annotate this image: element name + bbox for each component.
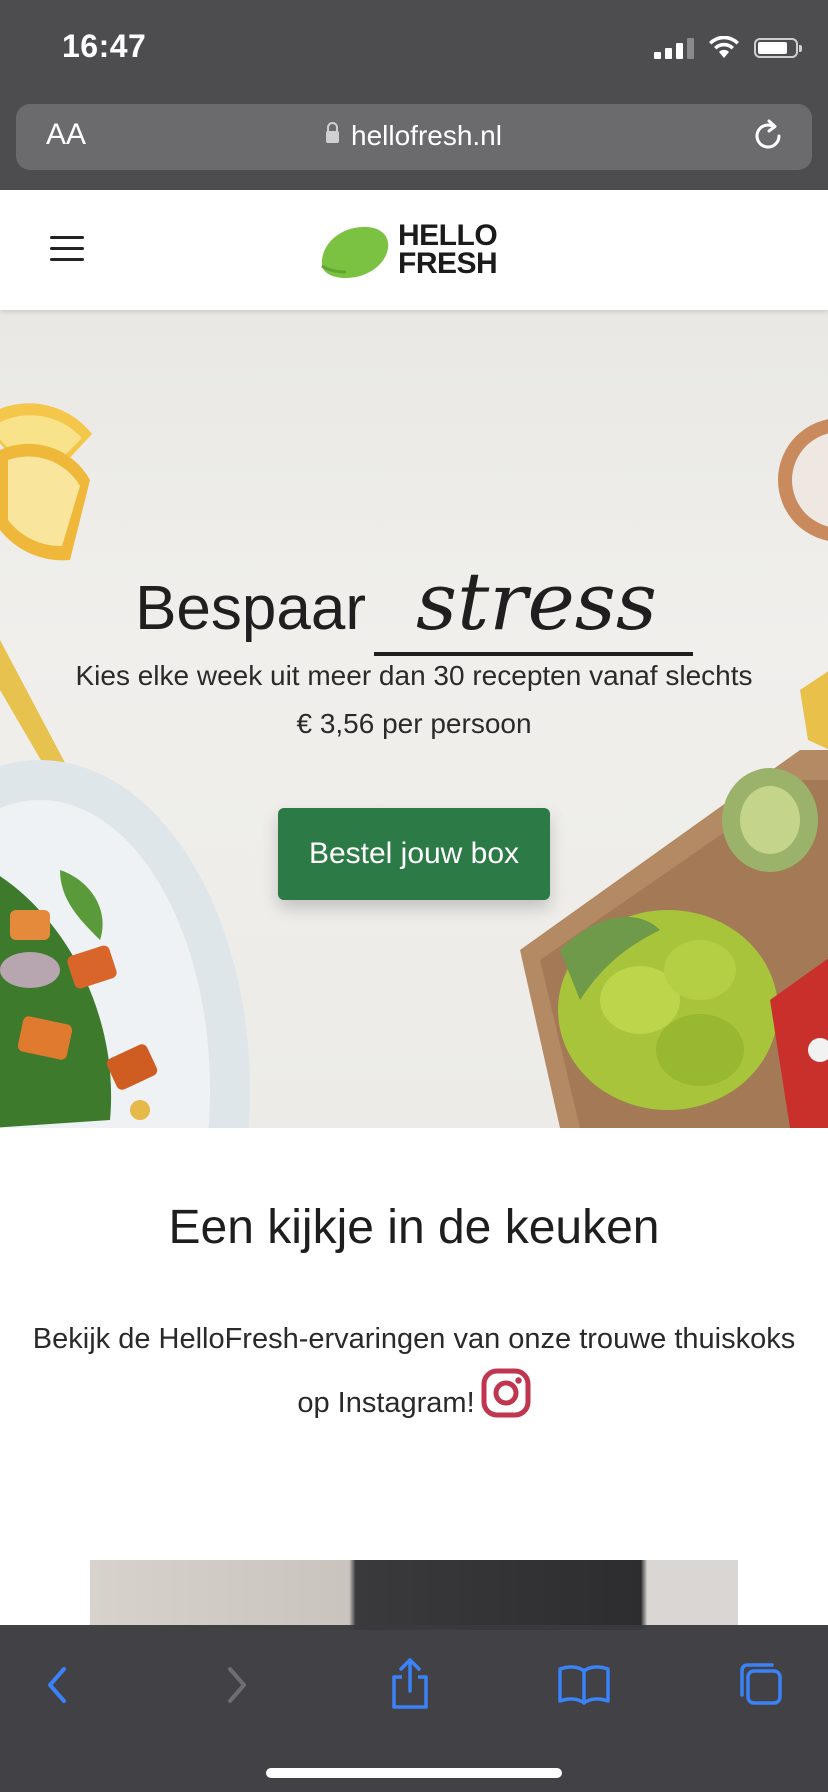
hellofresh-logo[interactable]: HELLO FRESH xyxy=(318,216,508,284)
kitchen-section-title: Een kijkje in de keuken xyxy=(168,1201,660,1254)
book-icon[interactable] xyxy=(554,1655,614,1715)
url-text: hellofresh.nl xyxy=(351,120,502,151)
signal-icon xyxy=(654,37,694,59)
address-bar[interactable]: AA hellofresh.nl xyxy=(16,104,812,170)
hero-subtitle-line-1: Kies elke week uit meer dan 30 recepten … xyxy=(75,660,753,691)
brand-wordmark: HELLO FRESH xyxy=(398,219,498,280)
hero-subtitle: Kies elke week uit meer dan 30 recepten … xyxy=(40,652,788,748)
salt-bowl xyxy=(778,419,828,541)
order-box-button[interactable]: Bestel jouw box xyxy=(278,808,550,900)
brand-line-1: HELLO xyxy=(398,219,498,252)
hero-title: Bespaar stress xyxy=(0,558,828,656)
salad-plate xyxy=(0,760,250,1128)
hero-title-prefix: Bespaar xyxy=(135,574,367,643)
lime-logo-icon xyxy=(321,226,389,278)
lemon-slices xyxy=(0,403,92,561)
kitchen-section-text: Bekijk de HelloFresh-ervaringen van onze… xyxy=(16,1310,812,1432)
kitchen-text-line-2: op Instagram! xyxy=(16,1368,812,1432)
reload-icon[interactable] xyxy=(748,116,788,156)
chevron-right-icon[interactable] xyxy=(206,1655,266,1715)
hero-subtitle-line-2: € 3,56 per persoon xyxy=(296,708,532,739)
battery-icon xyxy=(754,38,802,58)
brand-line-2: FRESH xyxy=(398,247,498,280)
wifi-icon xyxy=(709,36,739,58)
tabs-icon[interactable] xyxy=(730,1655,790,1715)
status-bar: 16:47 xyxy=(0,0,828,100)
browser-toolbar xyxy=(0,1625,828,1792)
url-field[interactable]: hellofresh.nl xyxy=(16,120,812,152)
status-icons xyxy=(654,36,802,60)
kitchen-text-line-1: Bekijk de HelloFresh-ervaringen van onze… xyxy=(32,1323,796,1355)
instagram-photo-preview[interactable] xyxy=(90,1560,738,1630)
produce-box xyxy=(520,750,828,1128)
lock-icon xyxy=(326,122,339,143)
status-time: 16:47 xyxy=(62,28,147,64)
chevron-left-icon[interactable] xyxy=(28,1655,88,1715)
site-header: HELLO FRESH xyxy=(0,190,828,310)
share-icon[interactable] xyxy=(380,1655,440,1715)
browser-address-area: AA hellofresh.nl xyxy=(0,100,828,190)
kitchen-text-line-2-label: op Instagram! xyxy=(297,1387,475,1419)
instagram-icon[interactable] xyxy=(481,1368,531,1418)
hero-banner: Bespaar stress Kies elke week uit meer da… xyxy=(0,310,828,1128)
menu-icon[interactable] xyxy=(50,236,86,262)
home-indicator xyxy=(266,1768,562,1778)
hero-title-highlight: stress xyxy=(374,558,693,656)
